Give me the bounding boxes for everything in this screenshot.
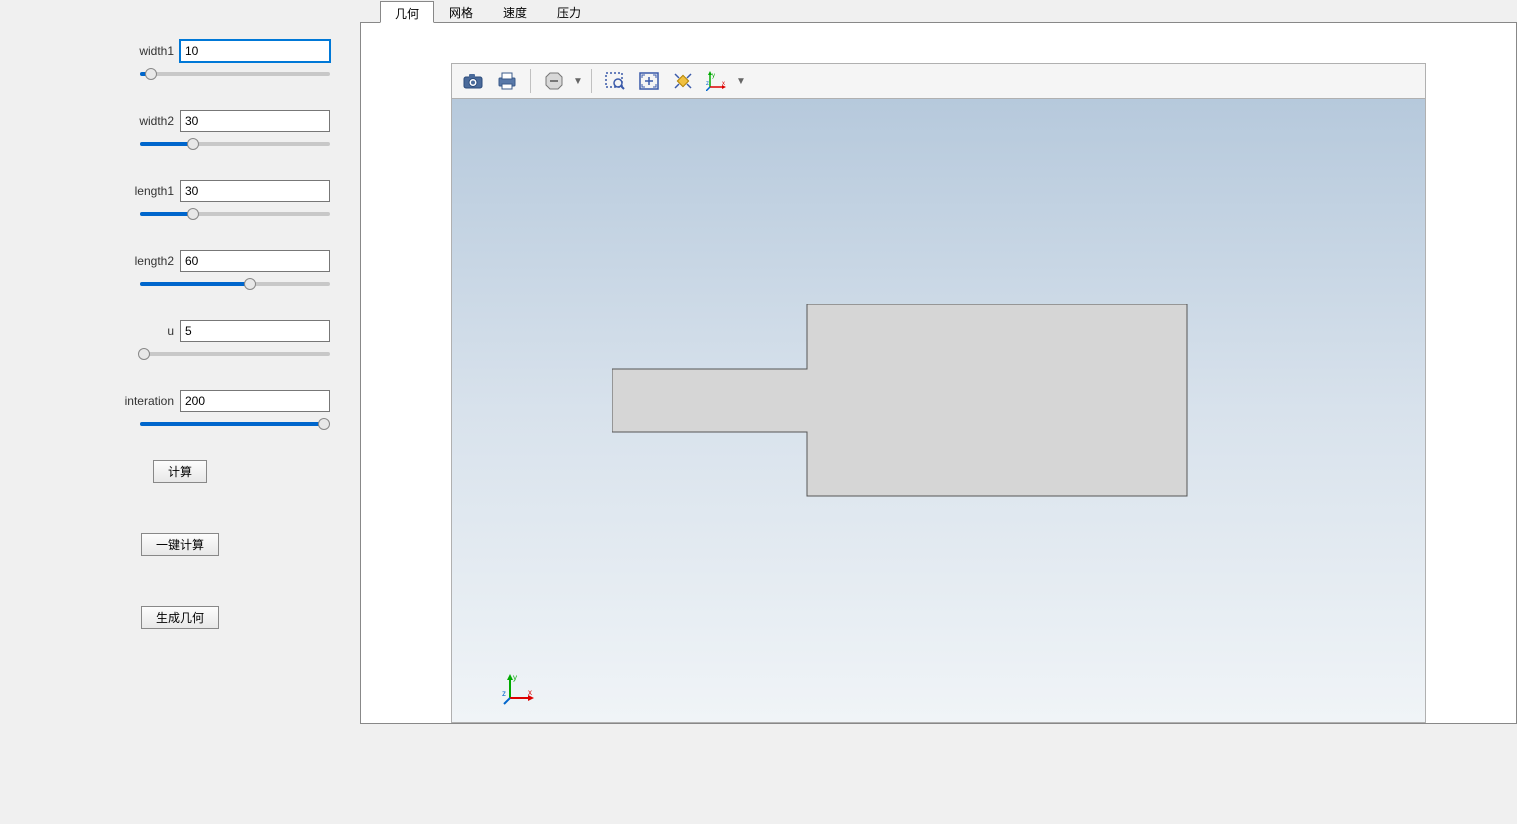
param-label: u [167,324,174,338]
u-slider[interactable] [140,348,330,360]
width1-slider[interactable] [140,68,330,80]
dropdown-arrow-icon[interactable]: ▼ [573,67,583,95]
width1-input[interactable] [180,40,330,62]
width2-slider[interactable] [140,138,330,150]
axis-z-label: z [502,689,506,698]
tab-velocity[interactable]: 速度 [488,0,542,22]
generate-geometry-button[interactable]: 生成几何 [141,606,219,629]
toolbar-separator [530,69,531,93]
viewport-toolbar: ▼ y x z ▼ [451,63,1426,99]
zoom-box-icon[interactable] [600,67,630,95]
tab-pressure[interactable]: 压力 [542,0,596,22]
geometry-viewport[interactable]: y x z [451,99,1426,723]
length1-slider[interactable] [140,208,330,220]
svg-text:y: y [712,73,715,79]
dropdown-arrow-icon[interactable]: ▼ [736,67,746,95]
print-icon[interactable] [492,67,522,95]
param-width1: width1 [30,40,330,80]
one-click-compute-button[interactable]: 一键计算 [141,533,219,556]
param-width2: width2 [30,110,330,150]
param-label: width2 [139,114,174,128]
geometry-shape [612,304,1192,504]
param-label: length2 [135,254,174,268]
param-label: interation [125,394,174,408]
toolbar-separator [591,69,592,93]
u-input[interactable] [180,320,330,342]
camera-icon[interactable] [458,67,488,95]
parameter-panel: width1 width2 [0,0,360,824]
axis-gizmo: y x z [502,672,532,702]
length2-input[interactable] [180,250,330,272]
tab-bar: 几何 网格 速度 压力 [360,0,1517,22]
interation-slider[interactable] [140,418,330,430]
axes-icon[interactable]: y x z [702,67,732,95]
param-label: length1 [135,184,174,198]
param-interation: interation [30,390,330,430]
tab-geometry[interactable]: 几何 [380,1,434,23]
svg-text:z: z [706,81,709,87]
param-label: width1 [139,44,174,58]
interation-input[interactable] [180,390,330,412]
axis-x-label: x [528,688,532,697]
param-u: u [30,320,330,360]
compute-button[interactable]: 计算 [153,460,207,483]
axis-y-label: y [513,673,517,682]
param-length1: length1 [30,180,330,220]
tab-mesh[interactable]: 网格 [434,0,488,22]
width2-input[interactable] [180,110,330,132]
viewport-container: ▼ y x z ▼ [360,22,1517,724]
length1-input[interactable] [180,180,330,202]
zoom-extents-icon[interactable] [634,67,664,95]
svg-text:x: x [722,81,725,87]
param-length2: length2 [30,250,330,290]
disable-icon[interactable] [539,67,569,95]
length2-slider[interactable] [140,278,330,290]
zoom-selection-icon[interactable] [668,67,698,95]
